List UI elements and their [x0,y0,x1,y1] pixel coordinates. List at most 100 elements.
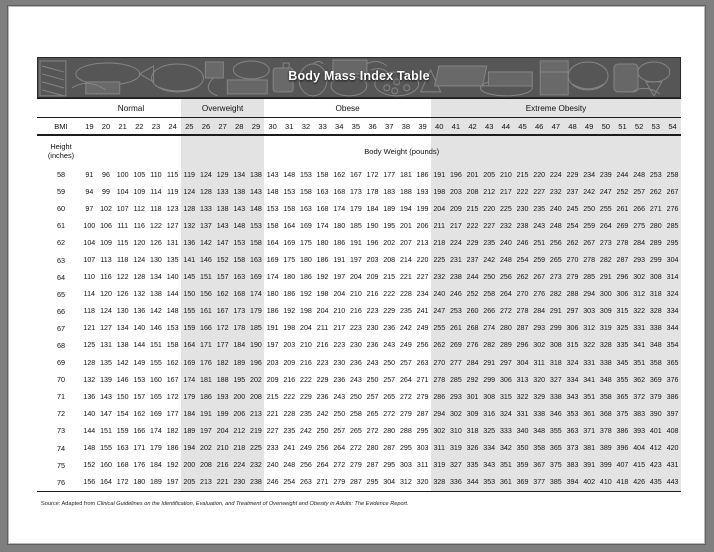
weight-cell: 137 [197,217,215,235]
weight-cell: 249 [399,341,412,350]
weight-cell: 243 [349,375,362,384]
title-banner: Body Mass Index Table [37,57,681,98]
weight-cell: 163 [316,187,329,196]
bmi-header-cell: 52 [630,117,648,136]
weight-cell: 155 [180,302,198,320]
weight-cell: 167 [166,375,179,384]
bmi-header-cell: 21 [114,117,131,136]
weight-cell: 279 [330,473,348,492]
weight-cell: 131 [166,238,179,247]
weight-cell: 179 [247,302,265,320]
weight-cell: 256 [497,268,515,286]
bmi-header-cell: 19 [81,117,98,136]
weight-cell: 186 [416,170,429,179]
weight-cell: 287 [614,251,631,269]
weight-cell: 180 [300,256,312,265]
weight-cell: 295 [664,234,681,252]
weight-cell: 240 [497,234,515,252]
bmi-header-cell: 28 [230,117,248,136]
weight-cell: 247 [430,302,448,320]
subheader-spacer-cell [580,135,598,166]
weight-cell: 296 [614,268,631,286]
weight-cell: 148 [83,444,96,453]
weight-cell: 248 [283,461,296,470]
weight-cell: 136 [83,392,96,401]
weight-cell: 146 [197,251,215,269]
weight-cell: 116 [133,221,145,230]
weight-cell: 210 [214,439,231,457]
weight-cell: 209 [366,273,379,282]
weight-cell: 331 [514,405,531,423]
weight-cell: 158 [166,341,179,350]
category-header-overweight: Overweight [180,98,265,118]
weight-cell: 313 [514,371,531,389]
weight-cell: 315 [497,388,515,406]
weight-cell: 258 [664,166,681,184]
weight-cell: 198 [316,290,329,299]
weight-cell: 262 [430,336,448,355]
weight-cell: 385 [547,473,565,492]
table-row: 62 104 109 115 120 126 131 136 142 147 153 158 164 16… [37,234,681,252]
weight-cell: 306 [497,371,515,389]
weight-cell: 348 [647,336,665,355]
weight-cell: 210 [497,166,515,184]
weight-cell: 311 [416,461,429,470]
weight-cell: 379 [647,388,665,406]
weight-cell: 277 [447,354,465,372]
weight-cell: 180 [283,273,296,282]
subheader-spacer-cell [197,135,215,166]
weight-cell: 150 [116,392,129,401]
weight-cell: 162 [166,358,179,367]
weight-cell: 236 [316,392,329,401]
weight-cell: 256 [316,444,329,453]
weight-cell: 158 [230,251,248,269]
weight-cell: 324 [497,405,515,423]
weight-cell: 147 [214,234,231,252]
bmi-header-cell: 22 [130,117,148,136]
weight-cell: 158 [300,187,312,196]
weight-cell: 293 [447,388,465,406]
weight-cell: 358 [647,354,665,372]
weight-cell: 221 [266,409,279,418]
weight-cell: 244 [464,268,481,286]
weight-cell: 322 [514,388,531,406]
weight-cell: 153 [133,375,146,384]
table-row: 67 121 127 134 140 146 153 159 166 172 178 185 191 19… [37,319,681,337]
weight-cell: 256 [547,234,565,252]
weight-cell: 235 [283,426,296,435]
weight-cell: 110 [83,273,95,282]
weight-cell: 235 [399,307,412,316]
weight-cell: 264 [497,285,515,303]
weight-cell: 320 [414,473,431,492]
weight-cell: 150 [180,285,198,303]
weight-cell: 312 [397,473,415,492]
weight-cell: 120 [133,238,146,247]
weight-cell: 246 [264,473,281,492]
weight-cell: 280 [497,319,515,337]
weight-cell: 192 [300,290,312,299]
bmi-header-cell: 34 [330,117,348,136]
bmi-header-cell: 24 [164,117,181,136]
weight-cell: 250 [316,426,329,435]
weight-cell: 228 [283,409,296,418]
weight-cell: 174 [316,221,329,230]
weight-cell: 262 [564,234,581,252]
height-label-line2: (inches) [47,151,75,160]
body-weight-label: Body Weight (pounds) [364,146,440,156]
weight-cell: 291 [597,268,615,286]
bmi-header-cell: 43 [480,117,498,136]
weight-cell: 270 [514,285,531,303]
weight-cell: 288 [564,285,581,303]
category-row-spacer [37,98,81,118]
weight-cell: 351 [630,354,648,372]
weight-cell: 223 [349,324,362,333]
weight-cell: 253 [447,302,465,320]
table-row: 76 156 164 172 180 189 197 205 213 221 230 238 246 25… [37,473,681,492]
weight-cell: 334 [664,302,681,320]
weight-cell: 186 [266,307,279,316]
weight-cell: 443 [664,473,681,492]
weight-cell: 143 [266,170,279,179]
weight-cell: 140 [166,273,179,282]
weight-cell: 189 [383,204,396,213]
weight-cell: 191 [333,256,346,265]
